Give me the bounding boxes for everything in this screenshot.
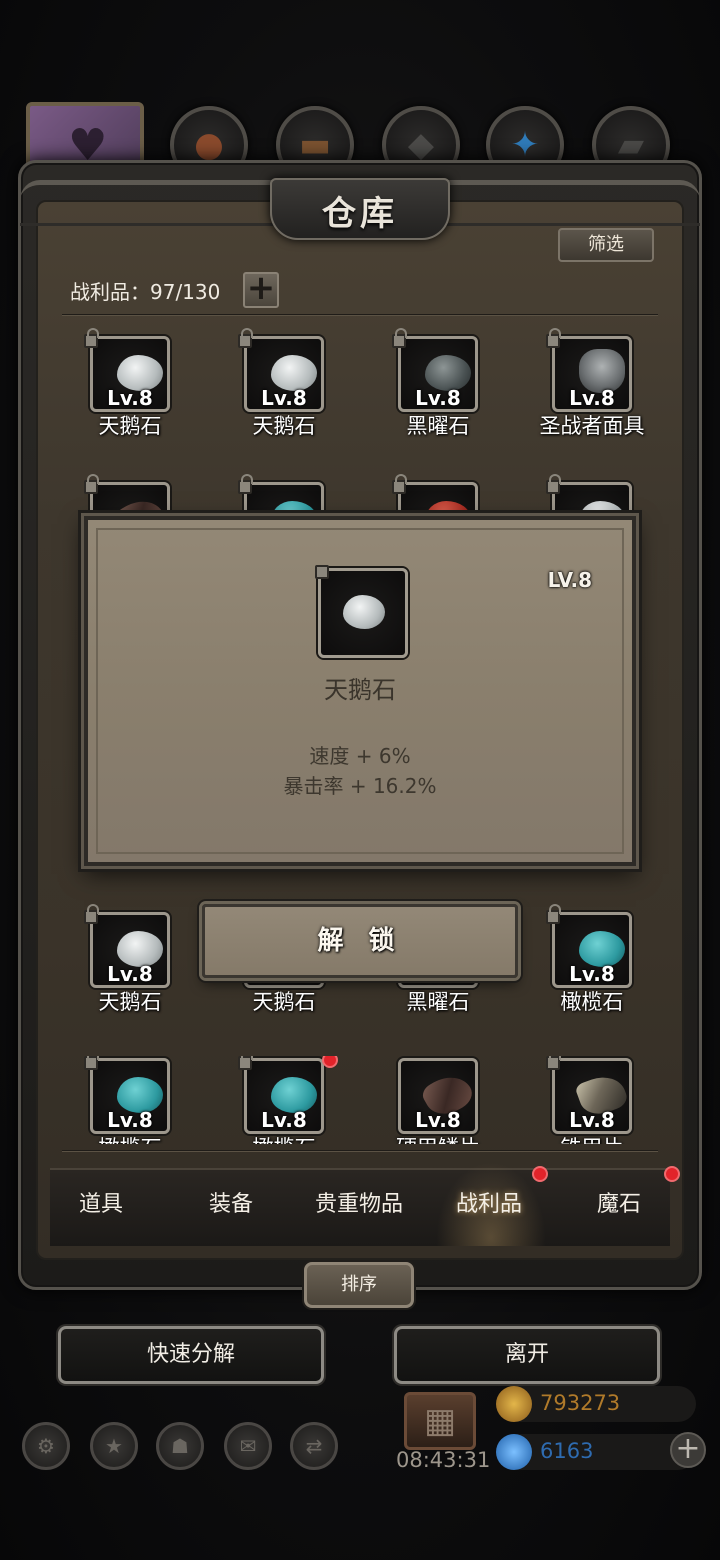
item-level: Lv.8: [569, 1108, 615, 1132]
item-name: 黑曜石: [406, 990, 470, 1014]
leave-button[interactable]: 离开: [394, 1326, 660, 1384]
inventory-item[interactable]: Lv.8 硬甲鳞片: [390, 1058, 486, 1144]
item-level: Lv.8: [261, 386, 307, 410]
share-icon[interactable]: ⇄: [290, 1422, 338, 1470]
expand-capacity-button[interactable]: +: [243, 271, 279, 308]
gem-amount: 6163: [540, 1439, 594, 1463]
inventory-item[interactable]: Lv.8 橄榄石: [82, 1056, 178, 1144]
popup-stat-crit: 暴击率 + 16.2%: [283, 774, 437, 798]
lock-icon: [392, 328, 407, 348]
inventory-item[interactable]: Lv.8 天鹅石: [236, 328, 332, 438]
popup-item-level: LV.8: [547, 568, 592, 592]
lock-icon: [392, 474, 407, 494]
gold-coin-icon: [496, 1386, 532, 1422]
tab-valuables[interactable]: 贵重物品: [294, 1186, 424, 1218]
inventory-item[interactable]: Lv.8 天鹅石: [82, 328, 178, 438]
tab-equipment[interactable]: 装备: [166, 1186, 296, 1218]
gift-box-icon[interactable]: ▦: [404, 1392, 476, 1450]
popup-item-name: 天鹅石: [324, 676, 396, 704]
inventory-item[interactable]: Lv.8 天鹅石: [82, 904, 178, 1014]
item-name: 铁甲片: [528, 1132, 656, 1144]
lock-icon: [238, 1056, 253, 1070]
inventory-item[interactable]: Lv.8 黑曜石: [390, 328, 486, 438]
item-level: Lv.8: [261, 1108, 307, 1132]
swan-stone-icon: [343, 595, 385, 629]
item-detail-popup: LV.8 天鹅石 速度 + 6% 暴击率 + 16.2%: [84, 516, 636, 866]
inventory-item[interactable]: Lv.8 铁甲片: [544, 1056, 640, 1144]
lock-icon: [546, 1056, 561, 1070]
lock-icon: [546, 904, 561, 924]
popup-stat-speed: 速度 + 6%: [309, 744, 411, 768]
popup-item-slot: [315, 565, 408, 658]
lock-icon: [84, 474, 99, 494]
quick-decompose-button[interactable]: 快速分解: [58, 1326, 324, 1384]
blue-gem-icon: [496, 1434, 532, 1470]
item-level: Lv.8: [415, 386, 461, 410]
inventory-row-last: Lv.8 橄榄石 Lv.8 橄榄石 Lv.8 硬甲鳞片 Lv.8 铁甲片: [62, 1056, 658, 1144]
lock-icon: [84, 1056, 99, 1070]
item-name: 天鹅石: [252, 414, 316, 438]
inventory-item[interactable]: Lv.8 圣战者面具: [540, 328, 645, 438]
lock-icon: [238, 328, 253, 348]
lock-icon: [84, 328, 99, 348]
gift-timer: 08:43:31: [396, 1448, 491, 1472]
achievement-icon[interactable]: ★: [90, 1422, 138, 1470]
lock-icon: [238, 474, 253, 494]
item-level: Lv.8: [107, 386, 153, 410]
mail-icon[interactable]: ✉: [224, 1422, 272, 1470]
inventory-item[interactable]: Lv.8 橄榄石: [236, 1056, 338, 1144]
header-divider: [62, 314, 658, 316]
tab-label: 贵重物品: [314, 1192, 403, 1217]
lock-icon: [546, 328, 561, 348]
item-name: 天鹅石: [98, 990, 162, 1014]
tab-label: 魔石: [596, 1192, 641, 1217]
add-gems-button[interactable]: +: [670, 1432, 706, 1468]
page-title: 仓库: [322, 194, 398, 234]
filter-button[interactable]: 筛选: [558, 228, 654, 262]
frame-ornament-right: [430, 180, 700, 226]
item-name: 橄榄石: [560, 990, 624, 1014]
character-icon[interactable]: ☗: [156, 1422, 204, 1470]
item-name: 橄榄石: [66, 1132, 194, 1144]
unlock-button[interactable]: 解 锁: [202, 904, 518, 978]
item-level: Lv.8: [107, 1108, 153, 1132]
gold-amount: 793273: [540, 1391, 621, 1415]
lock-icon: [315, 565, 329, 579]
tab-label: 装备: [208, 1192, 253, 1217]
item-name: 天鹅石: [98, 414, 162, 438]
item-level: Lv.8: [569, 962, 615, 986]
tab-label: 战利品: [455, 1192, 522, 1217]
item-level: Lv.8: [569, 386, 615, 410]
inventory-item[interactable]: Lv.8 橄榄石: [544, 904, 640, 1014]
lock-icon: [84, 904, 99, 924]
item-name: 黑曜石: [406, 414, 470, 438]
item-name: 硬甲鳞片: [374, 1132, 502, 1144]
item-level: Lv.8: [415, 1108, 461, 1132]
item-level: Lv.8: [107, 962, 153, 986]
sort-button[interactable]: 排序: [304, 1262, 414, 1308]
loot-count-label: 战利品：97/130: [70, 280, 221, 304]
tab-items[interactable]: 道具: [36, 1186, 166, 1218]
item-name: 橄榄石: [220, 1132, 348, 1144]
lock-icon: [546, 474, 561, 494]
tab-magic-stones[interactable]: 魔石: [554, 1166, 684, 1218]
grid-bottom-divider: [62, 1150, 658, 1152]
tab-loot[interactable]: 战利品: [424, 1166, 554, 1218]
settings-icon[interactable]: ⚙: [22, 1422, 70, 1470]
tab-label: 道具: [78, 1192, 123, 1217]
notification-dot: [664, 1166, 680, 1182]
frame-ornament-left: [20, 180, 290, 226]
notification-dot: [532, 1166, 548, 1182]
notification-dot: [322, 1056, 338, 1068]
item-name: 天鹅石: [252, 990, 316, 1014]
item-name: 圣战者面具: [539, 414, 645, 438]
